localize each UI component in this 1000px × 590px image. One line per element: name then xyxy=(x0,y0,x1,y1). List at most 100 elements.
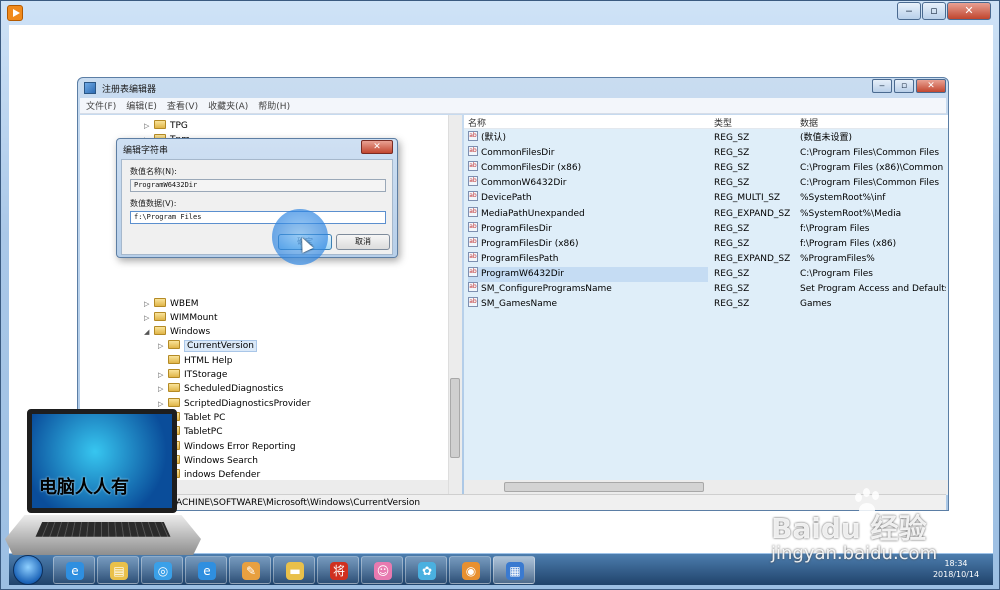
tree-item[interactable]: ◢ Windows xyxy=(144,325,210,339)
taskbar-app-button[interactable]: ✎ xyxy=(229,556,271,584)
folder-icon: ▬ xyxy=(286,562,304,580)
value-row[interactable]: ab CommonFilesDir (x86) REG_SZ C:\Program F… xyxy=(464,161,948,176)
start-button[interactable] xyxy=(13,555,43,585)
tree-expander-icon[interactable]: ▷ xyxy=(158,339,168,353)
tree-item[interactable]: ▷ WBEM xyxy=(144,297,199,311)
string-value-icon: ab xyxy=(468,131,478,141)
value-name: ab CommonFilesDir (x86) xyxy=(468,161,708,176)
value-name-text: ProgramFilesPath xyxy=(481,253,559,264)
value-name-text: DevicePath xyxy=(481,193,532,204)
value-row[interactable]: ab ProgramFilesDir REG_SZ f:\Program Files xyxy=(464,221,948,237)
taskbar-app-button[interactable]: e xyxy=(53,556,95,584)
menu-edit[interactable]: 编辑(E) xyxy=(126,99,157,112)
tree-expander-icon[interactable]: ▷ xyxy=(144,119,154,133)
value-row[interactable]: ab CommonFilesDir REG_SZ C:\Program Files\C… xyxy=(464,146,948,161)
value-data-input[interactable]: f:\Program Files xyxy=(130,211,386,224)
value-type: REG_SZ xyxy=(714,238,750,249)
baidu-main-text: Baidu 经验 xyxy=(771,512,927,545)
tree-item[interactable]: ▷ ScheduledDiagnostics xyxy=(158,382,283,396)
tree-expander-icon[interactable]: ◢ xyxy=(144,325,154,339)
value-row[interactable]: ab ProgramFilesPath REG_EXPAND_SZ %ProgramF… xyxy=(464,251,948,267)
tree-item-label: CurrentVersion xyxy=(184,340,257,352)
value-row[interactable]: ab DevicePath REG_MULTI_SZ %SystemRoot%\inf xyxy=(464,191,948,206)
regedit-title: 注册表编辑器 xyxy=(102,85,157,95)
baidu-watermark: Baidu 经验 jingyan.baidu.com xyxy=(771,487,991,577)
value-name-text: ProgramFilesDir xyxy=(481,223,552,234)
taskbar-app-button[interactable]: ☺ xyxy=(361,556,403,584)
taskbar-app-button[interactable]: 将 xyxy=(317,556,359,584)
tree-item[interactable]: HTML Help xyxy=(158,354,232,368)
media-icon: ◉ xyxy=(462,562,480,580)
tree-item[interactable]: ▷ CurrentVersion xyxy=(158,339,257,353)
value-type: REG_EXPAND_SZ xyxy=(714,208,791,219)
value-data: C:\Program Files (x86)\Common Fi xyxy=(800,163,946,174)
value-row[interactable]: ab CommonW6432Dir REG_SZ C:\Program Files\C… xyxy=(464,176,948,191)
tree-scroll-thumb[interactable] xyxy=(450,378,460,458)
value-name-text: CommonFilesDir (x86) xyxy=(481,163,582,174)
regedit-minimize-button[interactable]: ‒ xyxy=(872,79,892,93)
taskbar-app-button[interactable]: ▬ xyxy=(273,556,315,584)
taskbar-app-button[interactable]: ◎ xyxy=(141,556,183,584)
column-name[interactable]: 名称 xyxy=(468,116,486,129)
value-row[interactable]: ab ProgramFilesDir (x86) REG_SZ f:\Program … xyxy=(464,236,948,252)
cancel-button[interactable]: 取消 xyxy=(336,234,390,250)
value-type: REG_EXPAND_SZ xyxy=(714,253,791,264)
value-data: Set Program Access and Defaults xyxy=(800,284,946,294)
string-value-icon: ab xyxy=(468,161,478,172)
value-data: %SystemRoot%\Media xyxy=(800,208,902,219)
taskbar-app-button[interactable]: ◉ xyxy=(449,556,491,584)
value-name: ab ProgramFilesDir xyxy=(468,221,708,237)
folder-icon xyxy=(154,120,166,129)
logo-text: 电脑人人有 xyxy=(39,477,129,498)
taskbar-app-button[interactable]: ▤ xyxy=(97,556,139,584)
tree-expander-icon[interactable]: ▷ xyxy=(144,297,154,311)
value-row[interactable]: ab MediaPathUnexpanded REG_EXPAND_SZ %Syste… xyxy=(464,206,948,222)
menu-help[interactable]: 帮助(H) xyxy=(258,99,290,112)
tree-item[interactable]: ▷ TPG xyxy=(144,119,188,133)
value-name: ab (默认) xyxy=(468,131,708,146)
value-row[interactable]: ab SM_ConfigureProgramsName REG_SZ Set Prog… xyxy=(464,282,948,297)
folder-icon xyxy=(168,383,180,392)
tree-expander-icon[interactable]: ▷ xyxy=(144,311,154,325)
folder-icon: ▤ xyxy=(110,562,128,580)
tree-item[interactable]: ▷ WIMMount xyxy=(144,311,218,325)
game-icon: 将 xyxy=(330,562,348,580)
list-scroll-thumb[interactable] xyxy=(504,482,704,492)
maximize-button[interactable]: ▫ xyxy=(922,2,946,20)
menu-view[interactable]: 查看(V) xyxy=(167,99,198,112)
tree-expander-icon[interactable]: ▷ xyxy=(158,368,168,382)
tree-expander-icon[interactable]: ▷ xyxy=(158,382,168,396)
value-name: ab SM_ConfigureProgramsName xyxy=(468,282,708,297)
taskbar-app-button[interactable]: e xyxy=(185,556,227,584)
value-name-text: CommonW6432Dir xyxy=(481,178,567,189)
regedit-maximize-button[interactable]: ▫ xyxy=(894,79,914,93)
string-value-icon: ab xyxy=(468,282,478,292)
values-list: 名称 类型 数据 ab (默认) REG_SZ (数值未设置) ab CommonFile… xyxy=(464,115,948,495)
regedit-menubar: 文件(F) 编辑(E) 查看(V) 收藏夹(A) 帮助(H) xyxy=(80,98,946,114)
string-value-icon: ab xyxy=(468,236,478,247)
value-row[interactable]: ab (默认) REG_SZ (数值未设置) xyxy=(464,131,948,146)
qq-icon: ☺ xyxy=(374,562,392,580)
minimize-button[interactable]: ‒ xyxy=(897,2,921,20)
column-type[interactable]: 类型 xyxy=(714,116,732,129)
dialog-close-button[interactable]: ✕ xyxy=(361,140,393,154)
close-button[interactable]: ✕ xyxy=(947,2,991,20)
value-row[interactable]: ab SM_GamesName REG_SZ Games xyxy=(464,297,948,312)
value-name-text: MediaPathUnexpanded xyxy=(481,208,585,219)
menu-file[interactable]: 文件(F) xyxy=(86,99,116,112)
tree-item-label: ScriptedDiagnosticsProvider xyxy=(184,399,311,409)
player-window: ‒ ▫ ✕ 注册表编辑器 ‒ ▫ ✕ 文件(F) 编辑(E) 查看(V) 收藏夹… xyxy=(0,0,1000,590)
value-name-text: CommonFilesDir xyxy=(481,148,555,159)
value-name-text: ProgramFilesDir (x86) xyxy=(481,238,579,249)
taskbar-app-button[interactable]: ✿ xyxy=(405,556,447,584)
regedit-close-button[interactable]: ✕ xyxy=(916,79,946,93)
string-value-icon: ab xyxy=(468,266,478,277)
value-type: REG_SZ xyxy=(714,163,750,174)
value-data: C:\Program Files\Common Files xyxy=(800,148,940,159)
menu-favorites[interactable]: 收藏夹(A) xyxy=(208,99,248,112)
tree-item[interactable]: ▷ ITStorage xyxy=(158,368,227,382)
value-row[interactable]: ab ProgramW6432Dir REG_SZ C:\Program Files xyxy=(464,266,948,282)
taskbar-app-button[interactable]: ▦ xyxy=(493,556,535,584)
column-data[interactable]: 数据 xyxy=(800,116,818,129)
tree-item-label: TPG xyxy=(170,121,188,131)
